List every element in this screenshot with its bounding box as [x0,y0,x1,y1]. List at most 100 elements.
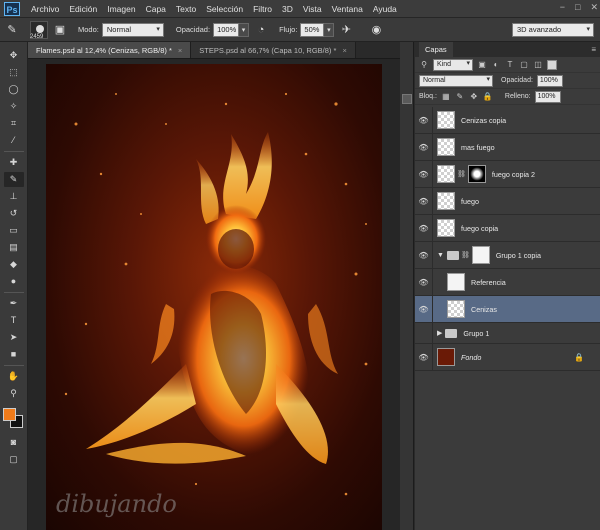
eye-icon[interactable]: 👁 [415,241,433,269]
menu-imagen[interactable]: Imagen [102,0,140,18]
flow-dropdown-icon[interactable]: ▾ [324,22,335,37]
filter-smart-object-icon[interactable]: ◫ [533,60,543,70]
zoom-tool-icon[interactable]: ⚲ [4,386,24,401]
artwork-canvas[interactable]: dibujando [46,64,382,530]
menu-ventana[interactable]: Ventana [327,0,368,18]
close-tab-icon[interactable]: × [342,46,346,55]
filter-toggle[interactable] [547,59,557,70]
layer-group-row[interactable]: 👁 ▼ ⛓ Grupo 1 copia [415,241,600,269]
chain-link-icon[interactable]: ⛓ [461,251,470,259]
watermark-text: dibujando [56,490,177,518]
eye-icon[interactable]: 👁 [415,268,433,296]
layer-mask-thumbnail[interactable] [467,165,486,183]
foreground-color-swatch[interactable] [2,408,16,421]
tab-steps[interactable]: STEPS.psd al 66,7% (Capa 10, RGB/8) * × [191,42,356,58]
opacity-dropdown-icon[interactable]: ▾ [239,22,250,37]
expand-triangle-icon[interactable]: ▼ [437,252,444,259]
menu-filtro[interactable]: Filtro [248,0,277,18]
filter-adjustment-icon[interactable]: ◐ [491,60,501,70]
pressure-size-icon[interactable]: ◉ [368,22,384,38]
layer-row[interactable]: 👁 fuego [415,187,600,215]
eye-icon[interactable]: 👁 [415,295,433,323]
layer-row[interactable]: 👁 ⛓ fuego copia 2 [415,160,600,188]
eyedropper-tool-icon[interactable]: ⁄ [4,133,24,148]
close-tab-icon[interactable]: × [178,46,182,55]
eye-icon[interactable]: 👁 [415,214,433,242]
stamp-tool-icon[interactable]: ⊥ [4,189,24,204]
lock-all-icon[interactable]: 🔒 [483,92,493,102]
brush-tool-icon[interactable]: ✎ [4,22,20,38]
brush-tool-icon[interactable]: ✎ [3,172,24,187]
group-mask-thumbnail[interactable] [471,246,490,264]
visibility-off-icon[interactable] [415,322,433,344]
layer-row[interactable]: 👁 Cenizas copia [415,106,600,134]
crop-tool-icon[interactable]: ⌗ [4,116,24,131]
menu-ayuda[interactable]: Ayuda [368,0,402,18]
layer-opacity-input[interactable]: 100% [536,74,563,87]
move-tool-icon[interactable]: ✥ [4,48,24,63]
opacity-input[interactable]: 100% [213,22,240,37]
menu-3d[interactable]: 3D [277,0,298,18]
blur-tool-icon[interactable]: ◆ [4,257,24,272]
airbrush-icon[interactable]: ✈ [338,22,354,38]
lock-transparent-icon[interactable]: ▦ [441,92,451,102]
gradient-tool-icon[interactable]: ▤ [4,240,24,255]
pressure-opacity-icon[interactable]: ◔ [253,22,269,38]
layer-group-row[interactable]: ▶ Grupo 1 [415,322,600,344]
quick-mask-icon[interactable]: ◙ [4,435,24,450]
panel-icon[interactable] [401,94,412,104]
brush-tip-icon [36,24,44,33]
eye-icon[interactable]: 👁 [415,160,433,188]
brush-preset-picker[interactable]: 2459 [30,20,48,40]
minimize-icon[interactable]: − [560,2,565,13]
quick-select-tool-icon[interactable]: ✧ [4,99,24,114]
filter-kind-select[interactable]: Kind [433,58,473,71]
collapse-triangle-icon[interactable]: ▶ [437,329,442,337]
color-swatches[interactable] [2,407,26,431]
eraser-tool-icon[interactable]: ▭ [4,223,24,238]
healing-brush-tool-icon[interactable]: ✚ [4,155,24,170]
filter-pixel-icon[interactable]: ▣ [477,60,487,70]
tab-flames[interactable]: Flames.psd al 12,4% (Cenizas, RGB/8) * × [28,42,192,58]
menu-archivo[interactable]: Archivo [26,0,64,18]
dodge-tool-icon[interactable]: ● [4,274,24,289]
layer-row[interactable]: 👁 mas fuego [415,133,600,161]
menu-vista[interactable]: Vista [298,0,327,18]
eye-icon[interactable]: 👁 [415,106,433,134]
menu-edicion[interactable]: Edición [64,0,102,18]
menu-seleccion[interactable]: Selección [201,0,248,18]
type-tool-icon[interactable]: T [4,313,24,328]
layer-row[interactable]: 👁 fuego copia [415,214,600,242]
layer-row[interactable]: 👁 Referencia [415,268,600,296]
maximize-icon[interactable]: □ [575,2,580,13]
menu-capa[interactable]: Capa [141,0,171,18]
marquee-tool-icon[interactable]: ⬚ [4,65,24,80]
flow-input[interactable]: 50% [300,22,325,37]
blend-mode-select[interactable]: Normal [419,74,493,87]
eye-icon[interactable]: 👁 [415,343,433,371]
mode-select[interactable]: Normal [101,22,164,37]
lasso-tool-icon[interactable]: ◯ [4,82,24,97]
eye-icon[interactable]: 👁 [415,133,433,161]
close-icon[interactable]: ✕ [590,2,598,13]
screen-mode-icon[interactable]: ▢ [4,452,24,467]
pen-tool-icon[interactable]: ✒ [4,296,24,311]
brush-panel-icon[interactable]: ▣ [52,22,68,38]
lock-position-icon[interactable]: ✥ [469,92,479,102]
filter-type-icon[interactable]: T [505,60,515,70]
hand-tool-icon[interactable]: ✋ [4,369,24,384]
workspace-select[interactable]: 3D avanzado [512,23,594,37]
layer-row-selected[interactable]: 👁 Cenizas [415,295,600,323]
menu-texto[interactable]: Texto [171,0,201,18]
panel-menu-icon[interactable]: ≡ [591,45,596,54]
filter-shape-icon[interactable]: ▢ [519,60,529,70]
fill-input[interactable]: 100% [534,90,561,103]
shape-tool-icon[interactable]: ■ [4,347,24,362]
layers-tab[interactable]: Capas [419,42,453,57]
eye-icon[interactable]: 👁 [415,187,433,215]
lock-image-icon[interactable]: ✎ [455,92,465,102]
chain-link-icon[interactable]: ⛓ [457,170,466,178]
history-brush-tool-icon[interactable]: ↺ [4,206,24,221]
layer-row[interactable]: 👁 Fondo 🔒 [415,343,600,371]
path-select-tool-icon[interactable]: ➤ [4,330,24,345]
